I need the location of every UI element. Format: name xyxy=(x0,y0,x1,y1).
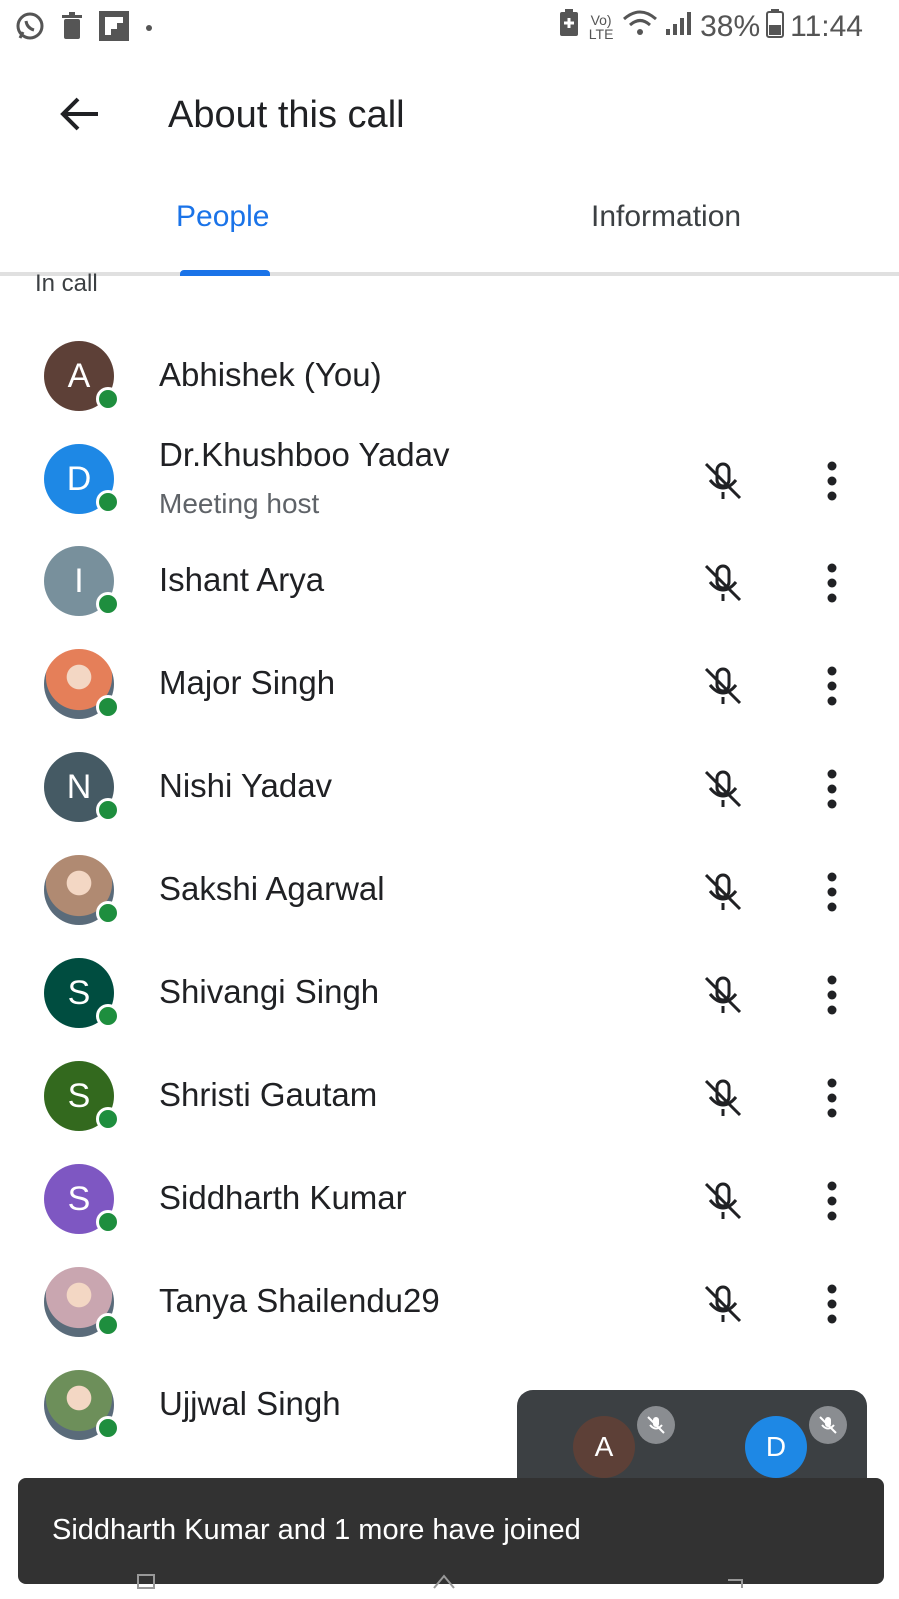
avatar-initial: S xyxy=(67,1076,91,1115)
participant-row[interactable]: A Abhishek (You) xyxy=(0,323,899,428)
clock: 11:44 xyxy=(790,10,863,43)
app-bar: About this call xyxy=(0,60,899,170)
online-status-dot xyxy=(96,901,120,925)
participant-row[interactable]: Tanya Shailendu29 xyxy=(0,1249,899,1354)
mini-avatar: A xyxy=(573,1416,635,1478)
flipboard-icon xyxy=(98,10,130,47)
online-status-dot xyxy=(96,1107,120,1131)
online-status-dot xyxy=(96,1210,120,1234)
more-options-icon[interactable] xyxy=(812,663,852,709)
avatar-initial: N xyxy=(66,767,92,806)
participant-name: Shivangi Singh xyxy=(159,973,380,1010)
online-status-dot xyxy=(96,1416,120,1440)
online-status-dot xyxy=(96,387,120,411)
home-icon[interactable] xyxy=(432,1572,456,1596)
section-label: In call xyxy=(35,270,98,297)
battery-saver-icon xyxy=(558,8,580,46)
online-status-dot xyxy=(96,695,120,719)
participant-name: Sakshi Agarwal xyxy=(159,870,385,907)
participant-row[interactable]: S Siddharth Kumar xyxy=(0,1146,899,1251)
more-options-icon[interactable] xyxy=(812,458,852,504)
tab-people[interactable]: People xyxy=(176,200,269,234)
participant-row[interactable]: S Shivangi Singh xyxy=(0,940,899,1045)
more-options-icon[interactable] xyxy=(812,972,852,1018)
mini-avatar-initial: A xyxy=(594,1431,614,1462)
back-button[interactable] xyxy=(52,86,108,142)
battery-percent: 38% xyxy=(700,10,761,43)
tab-indicator xyxy=(180,270,270,276)
mini-avatar-initial: D xyxy=(765,1431,787,1462)
avatar-initial: S xyxy=(67,973,91,1012)
online-status-dot xyxy=(96,592,120,616)
dot-icon xyxy=(144,20,154,38)
online-status-dot xyxy=(96,798,120,822)
avatar-initial: I xyxy=(74,561,84,600)
participant-row[interactable]: Sakshi Agarwal xyxy=(0,837,899,942)
online-status-dot xyxy=(96,1004,120,1028)
tab-information[interactable]: Information xyxy=(591,200,741,234)
arrow-back-icon xyxy=(60,97,98,131)
participant-name: Shristi Gautam xyxy=(159,1076,378,1113)
more-options-icon[interactable] xyxy=(812,766,852,812)
mic-off-icon xyxy=(637,1406,675,1444)
snackbar-text: Siddharth Kumar and 1 more have joined xyxy=(52,1514,581,1546)
whatsapp-icon xyxy=(14,10,46,47)
participant-row[interactable]: I Ishant Arya xyxy=(0,528,899,633)
online-status-dot xyxy=(96,1313,120,1337)
back-nav-icon[interactable] xyxy=(724,1572,748,1596)
participant-name: Siddharth Kumar xyxy=(159,1179,407,1216)
participant-name: Tanya Shailendu29 xyxy=(159,1282,440,1319)
recent-apps-icon[interactable] xyxy=(136,1572,156,1596)
page-title: About this call xyxy=(168,94,405,136)
mic-off-icon xyxy=(809,1406,847,1444)
mute-mic-icon[interactable] xyxy=(700,663,746,709)
participant-name: Abhishek (You) xyxy=(159,356,382,393)
mini-avatar: D xyxy=(745,1416,807,1478)
more-options-icon[interactable] xyxy=(812,869,852,915)
mute-mic-icon[interactable] xyxy=(700,869,746,915)
avatar-initial: A xyxy=(67,356,91,395)
participant-name: Dr.Khushboo Yadav xyxy=(159,436,450,473)
online-status-dot xyxy=(96,490,120,514)
avatar-initial: D xyxy=(66,459,92,498)
mute-mic-icon[interactable] xyxy=(700,1281,746,1327)
trash-icon xyxy=(60,11,84,46)
volte-label: Vo) LTE xyxy=(588,12,614,42)
participant-name: Nishi Yadav xyxy=(159,767,333,804)
more-options-icon[interactable] xyxy=(812,560,852,606)
participant-name: Ujjwal Singh xyxy=(159,1385,341,1422)
avatar-initial: S xyxy=(67,1179,91,1218)
mute-mic-icon[interactable] xyxy=(700,1178,746,1224)
participant-name: Ishant Arya xyxy=(159,561,325,598)
signal-icon xyxy=(664,9,694,45)
participant-row[interactable]: Major Singh xyxy=(0,631,899,736)
more-options-icon[interactable] xyxy=(812,1178,852,1224)
wifi-icon xyxy=(622,9,658,45)
tab-bar: People Information xyxy=(0,172,899,276)
more-options-icon[interactable] xyxy=(812,1075,852,1121)
mute-mic-icon[interactable] xyxy=(700,766,746,812)
more-options-icon[interactable] xyxy=(812,1281,852,1327)
mute-mic-icon[interactable] xyxy=(700,560,746,606)
participant-subtitle: Meeting host xyxy=(159,488,320,519)
mute-mic-icon[interactable] xyxy=(700,458,746,504)
status-bar: Vo) LTE 38% 11:44 xyxy=(0,0,899,56)
participant-name: Major Singh xyxy=(159,664,336,701)
participant-row[interactable]: N Nishi Yadav xyxy=(0,734,899,839)
snackbar: Siddharth Kumar and 1 more have joined xyxy=(18,1478,884,1584)
participant-row[interactable]: S Shristi Gautam xyxy=(0,1043,899,1148)
battery-icon xyxy=(766,8,785,46)
mute-mic-icon[interactable] xyxy=(700,972,746,1018)
mute-mic-icon[interactable] xyxy=(700,1075,746,1121)
participant-row[interactable]: D Dr.Khushboo Yadav Meeting host xyxy=(0,426,899,531)
